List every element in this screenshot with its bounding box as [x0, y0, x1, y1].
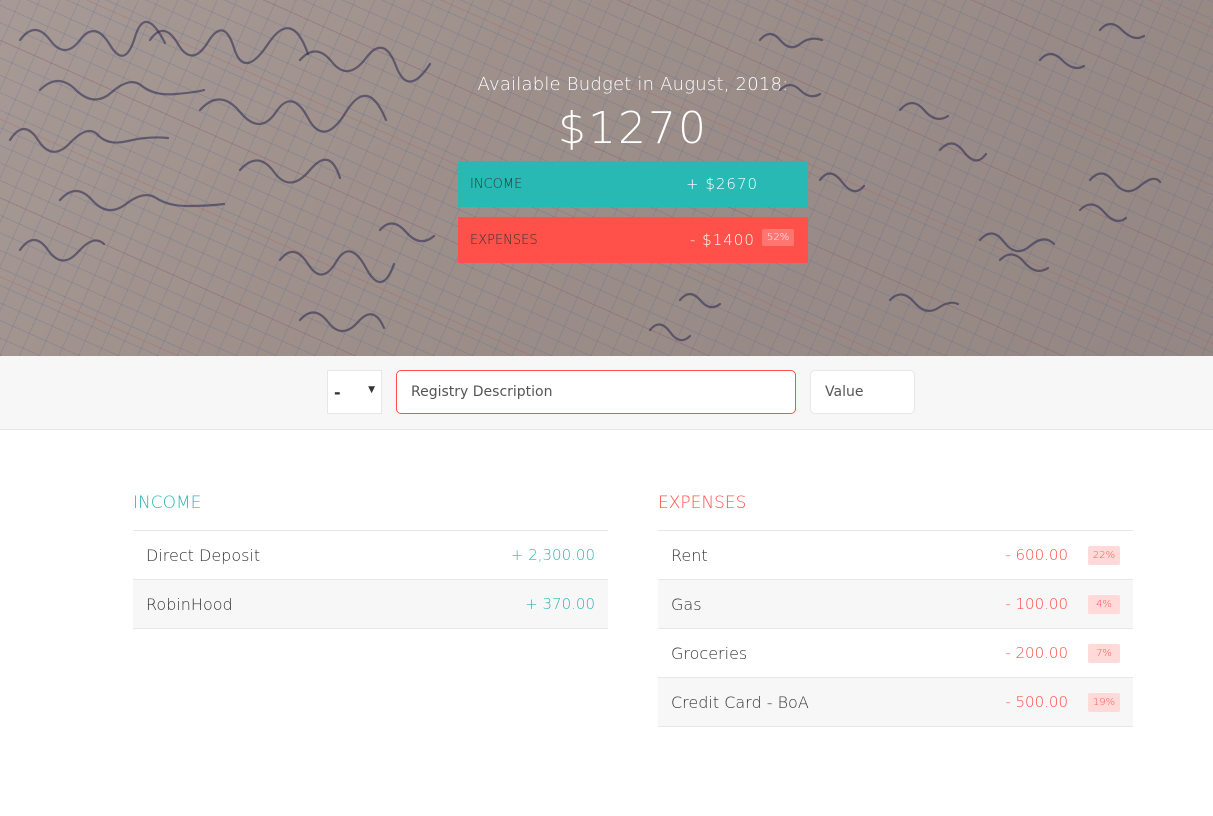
expenses-title: Expenses: [658, 493, 747, 513]
income-title: Income: [133, 493, 202, 513]
income-item-value: + 370.00: [525, 595, 595, 613]
expenses-column: Expenses Rent - 600.00 22% Gas - 100.00 …: [658, 492, 1133, 727]
entry-type-value: -: [334, 382, 341, 402]
expense-item[interactable]: Credit Card - BoA - 500.00 19%: [658, 678, 1133, 727]
expense-item[interactable]: Rent - 600.00 22%: [658, 531, 1133, 580]
expense-item-description: Groceries: [671, 643, 748, 663]
income-item-value: + 2,300.00: [510, 546, 595, 564]
description-input[interactable]: [396, 370, 796, 414]
budget-income-value: + $2670: [686, 175, 759, 193]
budget-summary: Available Budget in August, 2018: $1270 …: [458, 74, 808, 273]
expense-item-description: Credit Card - BoA: [671, 692, 809, 712]
expense-item-percentage-badge: 22%: [1088, 545, 1120, 565]
expense-item[interactable]: Groceries - 200.00 7%: [658, 629, 1133, 678]
expense-item[interactable]: Gas - 100.00 4%: [658, 580, 1133, 629]
budget-expenses-percentage-badge: 52%: [762, 229, 795, 246]
entry-type-select[interactable]: - ▼: [327, 370, 382, 414]
expense-item-percentage-badge: 19%: [1088, 692, 1120, 712]
income-column: Income Direct Deposit + 2,300.00 RobinHo…: [133, 492, 608, 629]
income-list: Direct Deposit + 2,300.00 RobinHood + 37…: [133, 530, 608, 629]
budget-income-row: Income + $2670: [458, 161, 808, 207]
budget-header: Available Budget in August, 2018: $1270 …: [0, 0, 1213, 356]
income-item-description: Direct Deposit: [146, 545, 261, 565]
expenses-list: Rent - 600.00 22% Gas - 100.00 4% Grocer…: [658, 530, 1133, 727]
value-input[interactable]: [810, 370, 915, 414]
available-budget-value: $1270: [558, 103, 708, 154]
expense-item-percentage-badge: 7%: [1088, 643, 1120, 663]
expense-item-value: - 600.00: [1005, 546, 1068, 564]
expense-item-description: Gas: [671, 594, 702, 614]
expense-item-value: - 500.00: [1005, 693, 1068, 711]
expense-item-value: - 100.00: [1005, 595, 1068, 613]
income-item-description: RobinHood: [146, 594, 233, 614]
expense-item-value: - 200.00: [1005, 644, 1068, 662]
income-item[interactable]: Direct Deposit + 2,300.00: [133, 531, 608, 580]
expense-item-percentage-badge: 4%: [1088, 594, 1120, 614]
income-item[interactable]: RobinHood + 370.00: [133, 580, 608, 629]
budget-title: Available Budget in August, 2018:: [477, 74, 789, 95]
expense-item-description: Rent: [671, 545, 708, 565]
add-entry-bar: - ▼: [0, 356, 1213, 430]
chevron-down-icon: ▼: [368, 385, 375, 395]
budget-expenses-row: Expenses - $1400 52%: [458, 217, 808, 263]
